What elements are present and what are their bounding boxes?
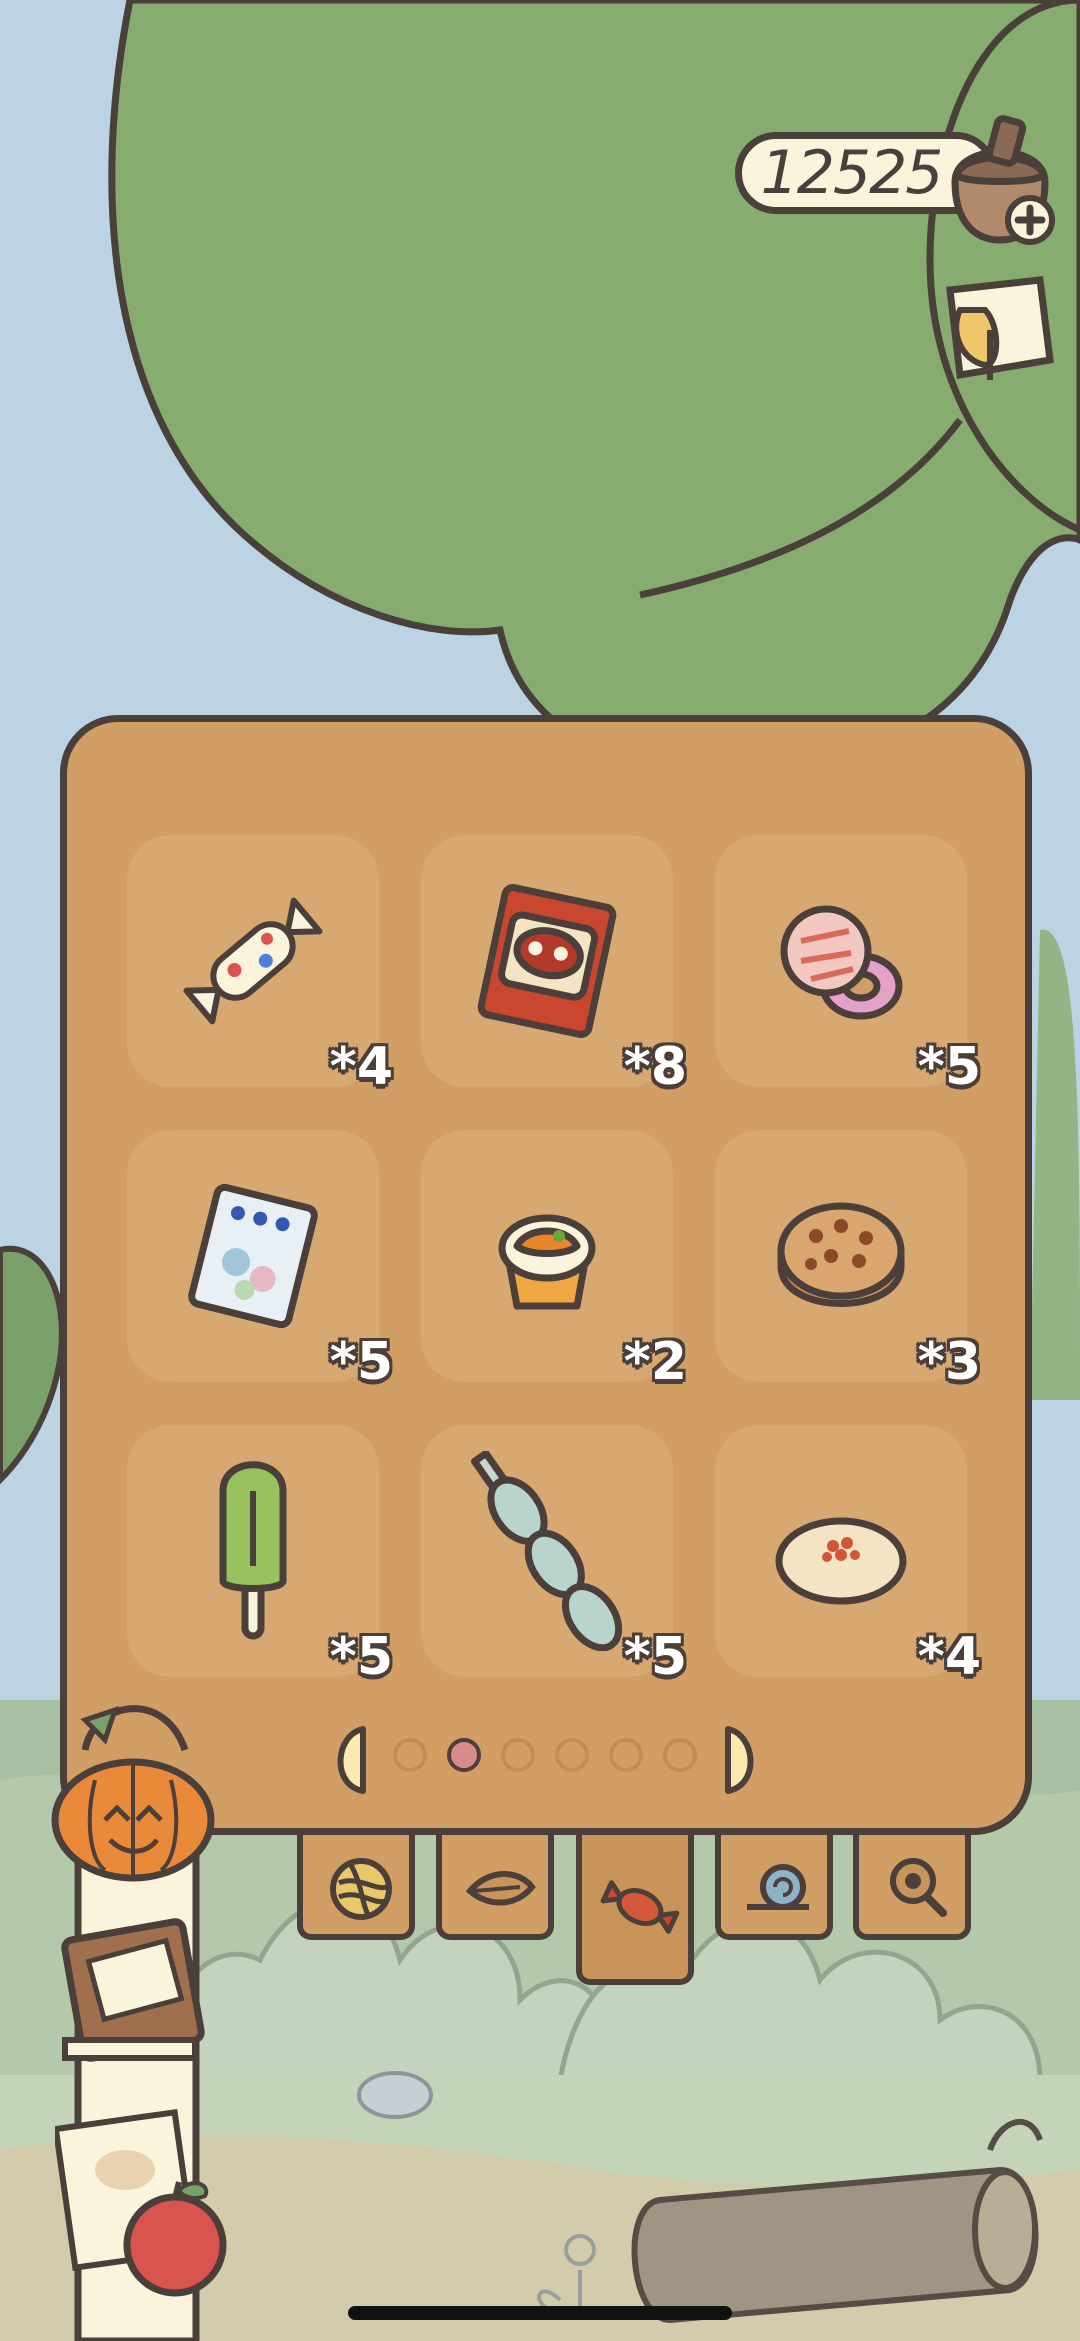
page-dot[interactable] [501,1738,535,1772]
dorayaki-icon [777,1202,905,1307]
inventory-slot[interactable]: *5 [421,1425,687,1687]
tab-magnifier[interactable] [853,1835,971,1940]
cracker-pack-icon [477,883,617,1039]
sweet-bun-icon [775,1517,907,1605]
item-count: *3 [917,1332,981,1392]
green-popsicle-icon [219,1461,287,1640]
candy-icon [600,1880,680,1934]
wrapped-candy-icon [183,897,323,1025]
acorn-pot-icon[interactable] [935,112,1065,252]
bead-candy-pack-icon [188,1183,318,1329]
home-indicator[interactable] [348,2306,732,2320]
item-count: *8 [623,1037,687,1097]
magnifier-icon [890,1858,947,1917]
pumpkin-basket-icon[interactable] [45,1690,220,1890]
inventory-slot[interactable]: *3 [715,1130,981,1392]
inventory-slot[interactable]: *5 [127,1425,393,1687]
page-dot[interactable] [555,1738,589,1772]
next-page-button[interactable] [722,1725,766,1795]
snail-icon [747,1864,809,1910]
album-book-icon[interactable] [55,1900,215,2080]
inventory-slot[interactable]: *2 [421,1130,687,1392]
tea-cup-button[interactable] [930,270,1060,395]
dango-stick-icon [470,1451,623,1651]
page-dot[interactable] [393,1738,427,1772]
item-count: *5 [623,1627,687,1687]
item-count: *4 [917,1627,981,1687]
page-dot[interactable] [663,1738,697,1772]
tab-snail[interactable] [715,1835,833,1940]
yarn-ball-icon [330,1858,392,1920]
leaf-icon [465,1871,536,1906]
item-count: *4 [329,1037,393,1097]
page-dot-active[interactable] [447,1738,481,1772]
cupcake-icon [498,1214,596,1310]
item-count: *5 [917,1037,981,1097]
tab-yarn[interactable] [297,1835,415,1940]
inventory-slot[interactable]: *4 [127,835,393,1097]
notes-and-apple-icon[interactable] [55,2100,235,2300]
inventory-slot[interactable]: *5 [715,835,981,1097]
item-count: *5 [329,1332,393,1392]
tab-leaf[interactable] [436,1835,554,1940]
inventory-slot[interactable]: *8 [421,835,687,1097]
inventory-slot[interactable]: *4 [715,1425,981,1687]
prev-page-button[interactable] [325,1725,369,1795]
item-count: *5 [329,1627,393,1687]
page-dot[interactable] [609,1738,643,1772]
inventory-slot[interactable]: *5 [127,1130,393,1392]
item-count: *2 [623,1332,687,1392]
tab-candy[interactable] [576,1835,694,1985]
pacifier-candy-icon [780,905,903,1020]
clover-count: 12525 [760,138,944,208]
